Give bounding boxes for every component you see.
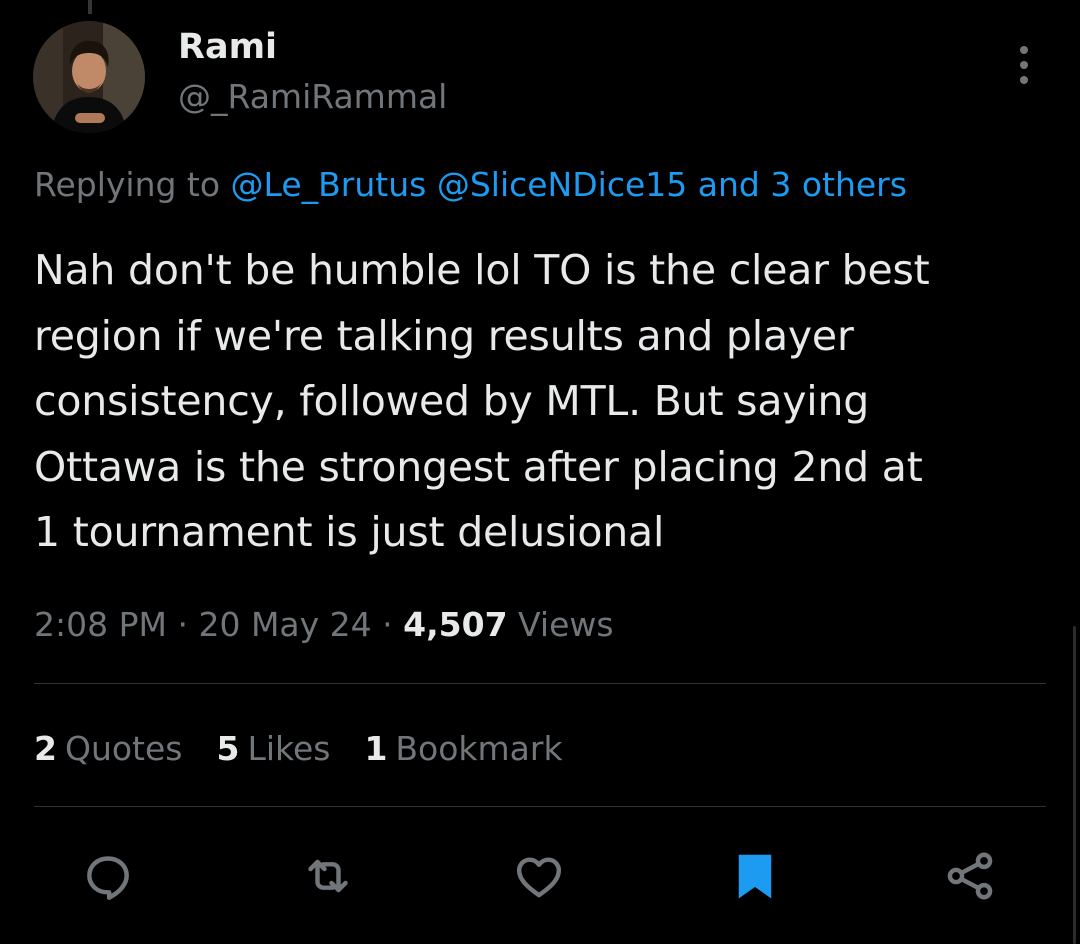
bookmarks-count: 1 [364, 729, 388, 768]
meta-separator: · [382, 605, 393, 644]
reply-context: Replying to @Le_Brutus @SliceNDice15 and… [34, 163, 907, 207]
likes-count: 5 [216, 729, 240, 768]
retweet-button[interactable] [298, 846, 358, 906]
more-dot-icon [1020, 61, 1028, 69]
views-label: Views [518, 605, 614, 644]
reply-others-link[interactable]: and 3 others [698, 165, 907, 204]
share-button[interactable] [940, 846, 1000, 906]
views-count: 4,507 [403, 605, 508, 644]
meta-separator: · [177, 605, 188, 644]
heart-icon [516, 857, 562, 898]
reply-icon [87, 856, 129, 900]
bookmark-icon [738, 854, 772, 899]
avatar[interactable] [33, 21, 145, 133]
author-display-name[interactable]: Rami [178, 26, 277, 68]
tweet-metadata: 2:08 PM · 20 May 24 · 4,507 Views [34, 602, 614, 648]
divider [34, 683, 1046, 684]
tweet-text: Nah don't be humble lol TO is the clear … [34, 246, 930, 556]
likes-label: Likes [247, 729, 331, 768]
like-button[interactable] [509, 846, 569, 906]
bookmarks-label: Bookmark [395, 729, 563, 768]
author-handle[interactable]: @_RamiRammal [178, 76, 447, 118]
quotes-label: Quotes [64, 729, 183, 768]
avatar-image [33, 21, 145, 133]
mention-link[interactable]: @SliceNDice15 [437, 165, 687, 204]
more-options-button[interactable] [1002, 40, 1046, 90]
tweet-date[interactable]: 20 May 24 [198, 605, 371, 644]
mention-link[interactable]: @Le_Brutus [231, 165, 427, 204]
likes-stat[interactable]: 5 Likes [216, 726, 330, 772]
engagement-stats: 2 Quotes 5 Likes 1 Bookmark [34, 726, 563, 772]
scrollbar[interactable] [1073, 626, 1076, 944]
bookmarks-stat[interactable]: 1 Bookmark [364, 726, 562, 772]
share-icon [947, 852, 993, 900]
divider [34, 806, 1046, 807]
reply-button[interactable] [78, 846, 138, 906]
quotes-stat[interactable]: 2 Quotes [34, 726, 182, 772]
more-dot-icon [1020, 76, 1028, 84]
quotes-count: 2 [34, 729, 57, 768]
thread-connector-line [88, 0, 92, 14]
bookmark-button[interactable] [725, 846, 785, 906]
reply-context-prefix: Replying to [34, 165, 221, 204]
more-dot-icon [1020, 46, 1028, 54]
retweet-icon [308, 859, 348, 893]
tweet-time[interactable]: 2:08 PM [34, 605, 167, 644]
